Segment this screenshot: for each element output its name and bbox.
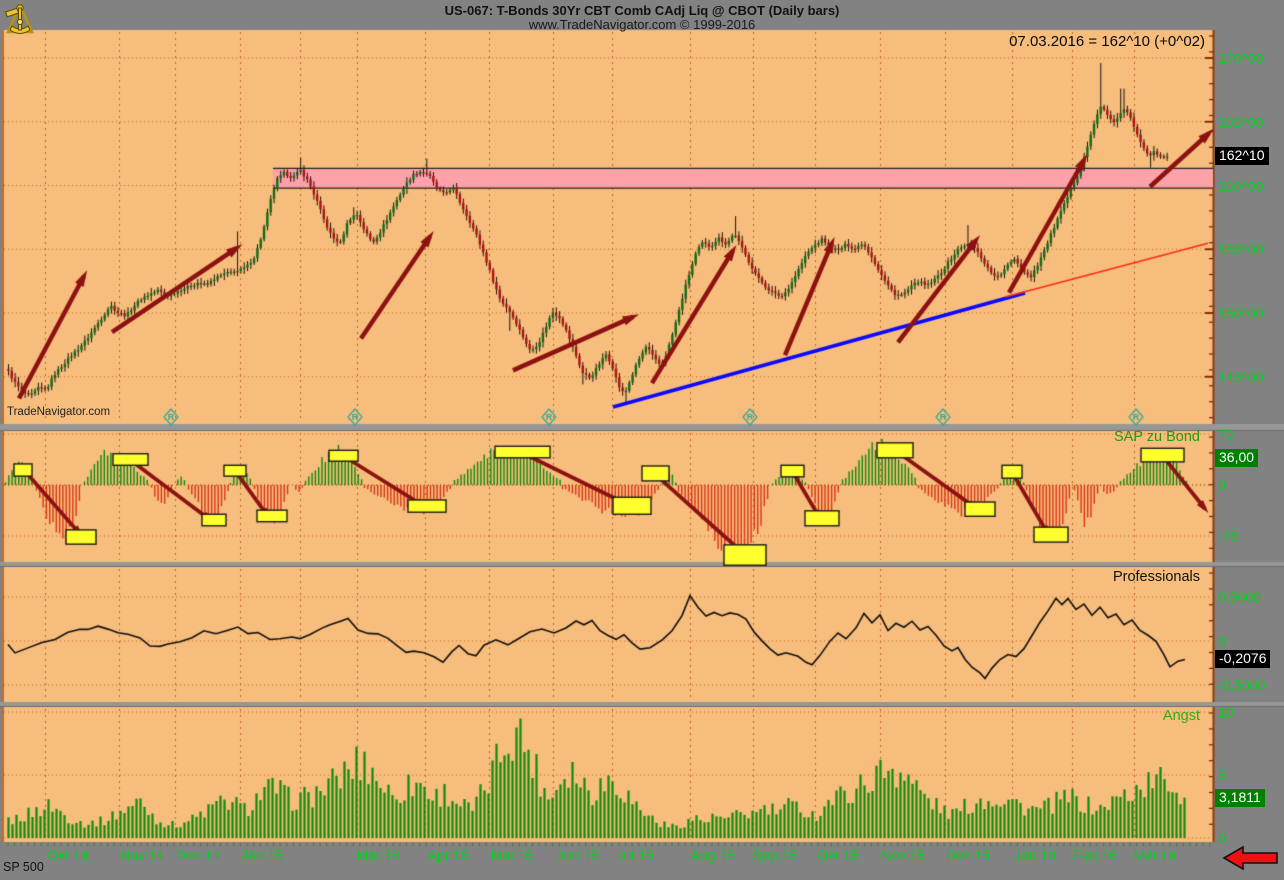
x-axis-month-label: Sep.15 (753, 847, 797, 863)
panel-title-angst: Angst (1163, 708, 1200, 724)
y-axis-tick-label: 0 (1218, 830, 1226, 846)
x-axis-month-label: Jul.15 (616, 847, 653, 863)
y-axis-tick-label: 0,5000 (1218, 589, 1261, 605)
sap-value-box: 36,00 (1215, 449, 1258, 467)
x-axis-month-label: Feb.16 (1073, 847, 1117, 863)
angst-value-box: 3,1811 (1215, 789, 1265, 807)
last-price-box: 162^10 (1215, 147, 1269, 165)
x-axis-month-label: Nov.14 (120, 847, 163, 863)
chart-subtitle: www.TradeNavigator.com © 1999-2016 (0, 17, 1284, 32)
y-axis-tick-label: 145^00 (1218, 369, 1264, 385)
chart-canvas (0, 0, 1284, 880)
scroll-left-arrow-icon[interactable] (1222, 845, 1280, 871)
x-axis-month-label: Apr.15 (428, 847, 468, 863)
x-axis-month-label: Aug.15 (691, 847, 735, 863)
panel-title-sap-zu-bond: SAP zu Bond (1114, 429, 1200, 445)
y-axis-tick-label: 155^00 (1218, 241, 1264, 257)
trade-navigator-window: US-067: T-Bonds 30Yr CBT Comb CAdj Liq @… (0, 0, 1284, 880)
y-axis-tick-label: 10 (1218, 704, 1234, 720)
x-axis-month-label: Jän.15 (241, 847, 283, 863)
y-axis-tick-label: 0 (1218, 633, 1226, 649)
x-axis-month-label: Okt.14 (47, 847, 88, 863)
bottom-left-symbol-label: SP 500 (3, 860, 44, 874)
chart-title: US-067: T-Bonds 30Yr CBT Comb CAdj Liq @… (0, 3, 1284, 18)
y-axis-tick-label: 170^00 (1218, 50, 1264, 66)
x-axis-month-label: Okt.15 (817, 847, 858, 863)
x-axis-month-label: Mär.16 (1134, 847, 1177, 863)
y-axis-tick-label: 165^00 (1218, 114, 1264, 130)
x-axis-month-label: Jun.15 (557, 847, 599, 863)
y-axis-tick-label: 75 (1218, 426, 1234, 442)
x-axis-month-label: Mär.15 (357, 847, 400, 863)
y-axis-tick-label: 160^00 (1218, 178, 1264, 194)
watermark: TradeNavigator.com (7, 406, 110, 418)
y-axis-tick-label: 0 (1218, 477, 1226, 493)
x-axis-month-label: Dez.15 (946, 847, 990, 863)
x-axis-month-label: Nov.15 (881, 847, 924, 863)
professionals-value-box: -0,2076 (1215, 650, 1270, 668)
y-axis-tick-label: -75 (1218, 528, 1238, 544)
panel-title-professionals: Professionals (1113, 569, 1200, 585)
x-axis-month-label: Dez.14 (176, 847, 220, 863)
x-axis-month-label: Mai.15 (491, 847, 533, 863)
x-axis-month-label: Jän.16 (1014, 847, 1056, 863)
y-axis-tick-label: -0,5000 (1218, 677, 1265, 693)
y-axis-tick-label: 5 (1218, 767, 1226, 783)
y-axis-tick-label: 150^00 (1218, 305, 1264, 321)
date-price-readout: 07.03.2016 = 162^10 (+0^02) (1009, 33, 1205, 50)
